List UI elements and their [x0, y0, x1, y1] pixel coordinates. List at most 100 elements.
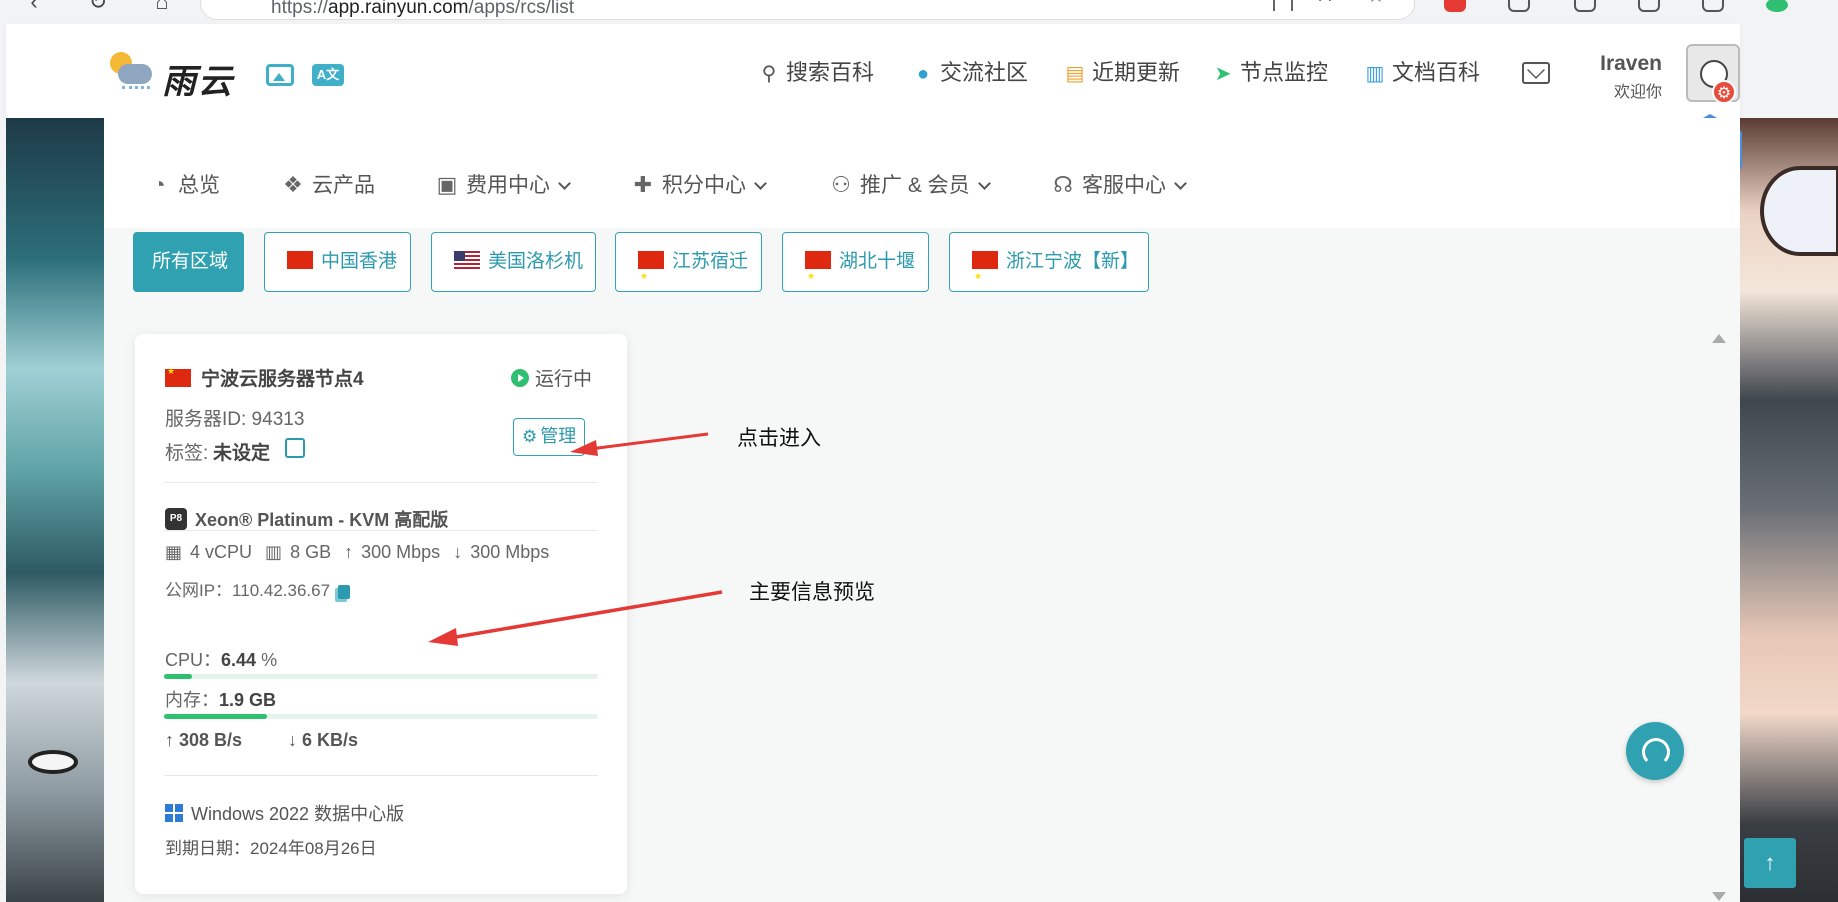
- menu-billing[interactable]: ▣ 费用中心: [434, 170, 571, 200]
- dashboard-icon: ◔: [152, 172, 166, 197]
- main-menu: ◔ 总览 ❖ 云产品 ▣ 费用中心 ✚ 积分中心 ⚇ 推广 & 会员 ☊ 客服中心: [104, 118, 1740, 228]
- memory-usage-bar-fill: [164, 714, 268, 719]
- menu-affiliate[interactable]: ⚇ 推广 & 会员: [828, 170, 991, 200]
- region-filter-losangeles[interactable]: 美国洛杉机: [431, 232, 596, 292]
- menu-points[interactable]: ✚ 积分中心: [630, 170, 767, 200]
- nav-monitor[interactable]: ➤ 节点监控: [1212, 58, 1328, 88]
- hongkong-flag-icon: [287, 250, 313, 307]
- back-icon[interactable]: ‹: [22, 0, 46, 14]
- user-name[interactable]: Iraven: [1592, 52, 1662, 76]
- send-arrow-icon: ➤: [1214, 63, 1232, 85]
- server-card[interactable]: 宁波云服务器节点4 运行中 服务器ID: 94313 标签: 未设定 ⚙管理 P…: [135, 334, 627, 894]
- status-text: 运行中: [535, 369, 593, 390]
- copy-icon[interactable]: [338, 584, 351, 599]
- ram-value: 8 GB: [290, 542, 332, 562]
- nav-updates[interactable]: ▤ 近期更新: [1064, 58, 1180, 88]
- menu-overview-label: 总览: [178, 174, 220, 197]
- split-view-icon[interactable]: [1273, 0, 1293, 11]
- profile-icon[interactable]: [1766, 0, 1788, 12]
- background-eye: [28, 750, 78, 774]
- collections-icon[interactable]: [1702, 0, 1724, 12]
- arrow-up-icon: ↑: [165, 730, 180, 750]
- menu-cloud-products-label: 云产品: [312, 174, 375, 197]
- china-flag-icon: [165, 366, 191, 387]
- cpu-usage-bar: [164, 674, 598, 679]
- gear-badge-icon[interactable]: ⚙: [1712, 80, 1736, 104]
- nav-docs-label: 文档百科: [1392, 60, 1481, 85]
- cpu-usage: CPU：6.44 %: [165, 646, 277, 672]
- favorites-icon[interactable]: [1638, 0, 1660, 12]
- chevron-down-icon: [1174, 177, 1187, 190]
- network-upload-value: 308 B/s: [179, 730, 243, 750]
- site-logo[interactable]: 雨云: [104, 48, 244, 102]
- gift-icon: ✚: [633, 172, 653, 197]
- background-art-right: [1740, 118, 1838, 902]
- cpu-usage-label: CPU：: [165, 650, 222, 670]
- nav-monitor-label: 节点监控: [1240, 60, 1329, 85]
- region-filter-hongkong[interactable]: 中国香港: [264, 232, 411, 307]
- china-flag-icon: [638, 248, 664, 305]
- logo-text: 雨云: [162, 62, 234, 102]
- cpu-usage-unit: %: [256, 650, 278, 670]
- arrow-down-icon: ↓: [453, 542, 463, 562]
- image-icon[interactable]: [266, 64, 294, 86]
- os-info: Windows 2022 数据中心版: [165, 800, 404, 826]
- network-download: ↓ 6 KB/s: [288, 730, 358, 751]
- nav-search[interactable]: ⚲ 搜索百科: [758, 58, 874, 88]
- region-filter-ningbo[interactable]: 浙江宁波【新】: [949, 232, 1149, 305]
- nav-docs[interactable]: ▥ 文档百科: [1364, 58, 1480, 88]
- nav-community[interactable]: ● 交流社区: [912, 58, 1028, 88]
- region-filter-shiyan[interactable]: 湖北十堰: [782, 232, 929, 305]
- split-screen-icon[interactable]: [1574, 0, 1596, 12]
- gear-icon: ⚙: [522, 427, 538, 446]
- upload-bandwidth: 300 Mbps: [361, 542, 441, 562]
- url-text: https://app.rainyun.com/apps/rcs/list: [271, 0, 575, 18]
- menu-overview[interactable]: ◔ 总览: [146, 170, 220, 200]
- network-download-value: 6 KB/s: [302, 730, 359, 750]
- nav-search-label: 搜索百科: [786, 60, 875, 85]
- os-text: Windows 2022 数据中心版: [191, 804, 405, 824]
- book-icon: ▥: [1365, 63, 1385, 85]
- server-specs: ▦ 4 vCPU ▥ 8 GB ↑ 300 Mbps ↓ 300 Mbps: [165, 542, 557, 563]
- server-name: 宁波云服务器节点4: [165, 364, 364, 391]
- region-filter-all[interactable]: 所有区域: [133, 232, 244, 292]
- chevron-down-icon: [977, 177, 991, 190]
- windows-icon: [165, 804, 183, 823]
- translate-icon[interactable]: A文: [312, 64, 344, 86]
- news-icon: ▤: [1065, 63, 1085, 85]
- background-art-left: [6, 118, 104, 902]
- cpu-chip-icon: P8: [165, 508, 187, 531]
- region-label: 美国洛杉机: [488, 251, 584, 272]
- expire-date: 到期日期：2024年08月26日: [165, 839, 377, 858]
- edit-icon[interactable]: [285, 438, 305, 458]
- china-flag-icon: [972, 248, 998, 305]
- menu-cloud-products[interactable]: ❖ 云产品: [280, 170, 375, 200]
- region-label: 浙江宁波【新】: [1006, 251, 1140, 272]
- address-bar[interactable]: https://app.rainyun.com/apps/rcs/list A …: [200, 0, 1415, 20]
- region-label: 湖北十堰: [839, 251, 916, 272]
- back-to-top-button[interactable]: ↑: [1744, 838, 1796, 888]
- play-circle-icon: [511, 368, 529, 387]
- chevron-down-icon: [558, 177, 571, 190]
- mail-icon[interactable]: [1522, 62, 1550, 84]
- puzzle-extensions-icon[interactable]: [1508, 0, 1530, 12]
- background-eye: [1760, 166, 1838, 256]
- nav-community-label: 交流社区: [940, 60, 1029, 85]
- user-greeting: 欢迎你: [1613, 84, 1662, 101]
- status-badge: 运行中: [511, 364, 592, 391]
- public-ip-text: 公网IP：110.42.36.67: [165, 581, 331, 600]
- server-id: 服务器ID: 94313: [165, 409, 305, 430]
- memory-usage: 内存：1.9 GB: [165, 686, 276, 712]
- arrow-up-icon: ↑: [344, 542, 354, 562]
- scroll-down-arrow-icon[interactable]: [1712, 892, 1726, 901]
- region-filter-suqian[interactable]: 江苏宿迁: [615, 232, 762, 305]
- us-flag-icon: [454, 250, 480, 269]
- extension-icon[interactable]: [1444, 0, 1466, 12]
- scroll-up-arrow-icon[interactable]: [1712, 334, 1726, 343]
- manage-button[interactable]: ⚙ 管理: [513, 418, 586, 456]
- divider: [164, 530, 598, 531]
- home-icon[interactable]: ⌂: [150, 0, 174, 14]
- customer-support-button[interactable]: [1626, 722, 1684, 780]
- refresh-icon[interactable]: ↻: [86, 0, 110, 14]
- menu-support[interactable]: ☊ 客服中心: [1050, 170, 1187, 200]
